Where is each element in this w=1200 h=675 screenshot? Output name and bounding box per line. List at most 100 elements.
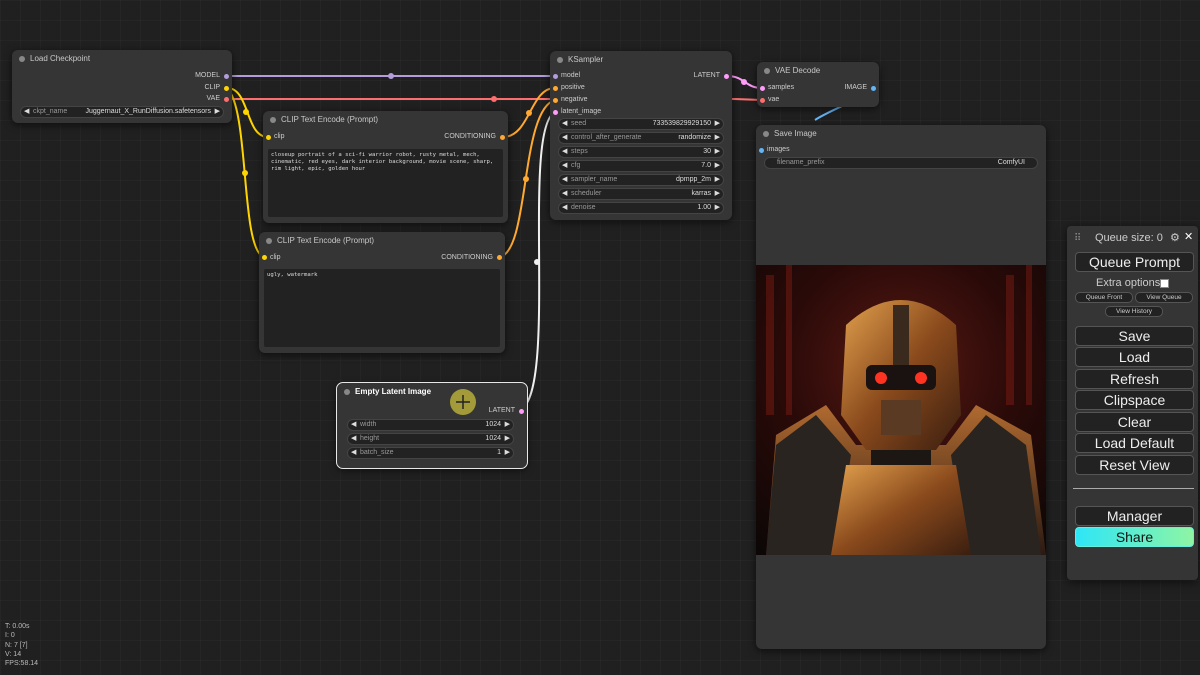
- arrow-right-icon[interactable]: ▶: [715, 175, 720, 185]
- node-save-image[interactable]: Save Image images filename_prefix ComfyUI: [756, 125, 1046, 649]
- output-conditioning[interactable]: CONDITIONING: [441, 253, 493, 263]
- output-image-dot[interactable]: [871, 86, 876, 91]
- view-queue-button[interactable]: View Queue: [1135, 292, 1193, 303]
- node-ksampler[interactable]: KSampler model positive negative latent_…: [550, 51, 732, 220]
- generated-image-preview[interactable]: [756, 265, 1046, 555]
- node-title-bar[interactable]: Save Image: [756, 125, 1046, 143]
- node-clip-text-encode-positive[interactable]: CLIP Text Encode (Prompt) clip CONDITION…: [263, 111, 508, 223]
- load-default-button[interactable]: Load Default: [1075, 433, 1194, 453]
- node-title-bar[interactable]: CLIP Text Encode (Prompt): [263, 111, 508, 129]
- arrow-right-icon[interactable]: ▶: [715, 119, 720, 129]
- input-positive[interactable]: positive: [561, 83, 585, 93]
- output-model-dot[interactable]: [224, 74, 229, 79]
- view-history-button[interactable]: View History: [1105, 306, 1163, 317]
- control-after-generate-widget[interactable]: ◀ control_after_generate randomize ▶: [558, 132, 724, 144]
- node-title-bar[interactable]: KSampler: [550, 51, 732, 69]
- input-clip-dot[interactable]: [262, 255, 267, 260]
- node-load-checkpoint[interactable]: Load Checkpoint MODEL CLIP VAE ◀ ckpt_na…: [12, 50, 232, 123]
- input-samples[interactable]: samples: [768, 83, 794, 93]
- arrow-left-icon[interactable]: ◀: [562, 203, 567, 213]
- arrow-right-icon[interactable]: ▶: [505, 434, 510, 444]
- gear-icon[interactable]: ⚙: [1170, 231, 1180, 244]
- output-image[interactable]: IMAGE: [844, 83, 867, 93]
- arrow-left-icon[interactable]: ◀: [562, 119, 567, 129]
- input-vae-dot[interactable]: [760, 98, 765, 103]
- seed-widget[interactable]: ◀ seed 733539829929150 ▶: [558, 118, 724, 130]
- queue-prompt-button[interactable]: Queue Prompt: [1075, 252, 1194, 272]
- arrow-left-icon[interactable]: ◀: [562, 189, 567, 199]
- output-latent-dot[interactable]: [519, 409, 524, 414]
- ckpt-name-combo[interactable]: ◀ ckpt_name Juggernaut_X_RunDiffusion.sa…: [20, 106, 224, 118]
- arrow-right-icon[interactable]: ▶: [715, 161, 720, 171]
- output-model[interactable]: MODEL: [195, 71, 220, 81]
- collapse-dot-icon[interactable]: [266, 238, 272, 244]
- clear-button[interactable]: Clear: [1075, 412, 1194, 432]
- extra-options-checkbox[interactable]: [1160, 279, 1169, 288]
- output-vae[interactable]: VAE: [207, 94, 221, 104]
- arrow-right-icon[interactable]: ▶: [505, 420, 510, 430]
- refresh-button[interactable]: Refresh: [1075, 369, 1194, 389]
- input-samples-dot[interactable]: [760, 86, 765, 91]
- output-clip-dot[interactable]: [224, 86, 229, 91]
- node-empty-latent-image[interactable]: Empty Latent Image LATENT ◀ width 1024 ▶ …: [336, 382, 528, 469]
- scheduler-widget[interactable]: ◀ scheduler karras ▶: [558, 188, 724, 200]
- denoise-widget[interactable]: ◀ denoise 1.00 ▶: [558, 202, 724, 214]
- output-conditioning[interactable]: CONDITIONING: [444, 132, 496, 142]
- node-title-bar[interactable]: Load Checkpoint: [12, 50, 232, 68]
- collapse-dot-icon[interactable]: [19, 56, 25, 62]
- arrow-left-icon[interactable]: ◀: [351, 420, 356, 430]
- node-clip-text-encode-negative[interactable]: CLIP Text Encode (Prompt) clip CONDITION…: [259, 232, 505, 353]
- input-negative-dot[interactable]: [553, 98, 558, 103]
- load-button[interactable]: Load: [1075, 347, 1194, 367]
- arrow-right-icon[interactable]: ▶: [715, 147, 720, 157]
- arrow-right-icon[interactable]: ▶: [505, 448, 510, 458]
- close-icon[interactable]: ✕: [1184, 230, 1193, 243]
- clipspace-button[interactable]: Clipspace: [1075, 390, 1194, 410]
- output-vae-dot[interactable]: [224, 97, 229, 102]
- input-model[interactable]: model: [561, 71, 580, 81]
- height-widget[interactable]: ◀ height 1024 ▶: [347, 433, 514, 445]
- filename-prefix-widget[interactable]: filename_prefix ComfyUI: [764, 157, 1038, 169]
- arrow-left-icon[interactable]: ◀: [562, 133, 567, 143]
- save-button[interactable]: Save: [1075, 326, 1194, 346]
- arrow-left-icon[interactable]: ◀: [351, 434, 356, 444]
- prompt-textarea[interactable]: closeup portrait of a sci-fi warrior rob…: [268, 149, 503, 217]
- node-title-bar[interactable]: VAE Decode: [757, 62, 879, 80]
- input-latent-dot[interactable]: [553, 110, 558, 115]
- input-negative[interactable]: negative: [561, 95, 587, 105]
- output-latent[interactable]: LATENT: [694, 71, 720, 81]
- arrow-left-icon[interactable]: ◀: [562, 175, 567, 185]
- arrow-left-icon[interactable]: ◀: [351, 448, 356, 458]
- prompt-textarea[interactable]: ugly, watermark: [264, 269, 500, 347]
- cfg-widget[interactable]: ◀ cfg 7.0 ▶: [558, 160, 724, 172]
- manager-button[interactable]: Manager: [1075, 506, 1194, 526]
- collapse-dot-icon[interactable]: [344, 389, 350, 395]
- collapse-dot-icon[interactable]: [764, 68, 770, 74]
- output-latent[interactable]: LATENT: [489, 406, 515, 416]
- input-images[interactable]: images: [767, 145, 790, 155]
- input-images-dot[interactable]: [759, 148, 764, 153]
- collapse-dot-icon[interactable]: [557, 57, 563, 63]
- input-positive-dot[interactable]: [553, 86, 558, 91]
- share-button[interactable]: Share: [1075, 527, 1194, 547]
- output-clip[interactable]: CLIP: [204, 83, 220, 93]
- input-clip[interactable]: clip: [274, 132, 285, 142]
- arrow-right-icon[interactable]: ▶: [215, 107, 220, 117]
- queue-front-button[interactable]: Queue Front: [1075, 292, 1133, 303]
- node-vae-decode[interactable]: VAE Decode samples vae IMAGE: [757, 62, 879, 107]
- input-clip[interactable]: clip: [270, 253, 281, 263]
- output-conditioning-dot[interactable]: [497, 255, 502, 260]
- collapse-dot-icon[interactable]: [763, 131, 769, 137]
- steps-widget[interactable]: ◀ steps 30 ▶: [558, 146, 724, 158]
- input-vae[interactable]: vae: [768, 95, 779, 105]
- sampler-name-widget[interactable]: ◀ sampler_name dpmpp_2m ▶: [558, 174, 724, 186]
- collapse-dot-icon[interactable]: [270, 117, 276, 123]
- input-clip-dot[interactable]: [266, 135, 271, 140]
- arrow-left-icon[interactable]: ◀: [24, 107, 29, 117]
- reset-view-button[interactable]: Reset View: [1075, 455, 1194, 475]
- batch-size-widget[interactable]: ◀ batch_size 1 ▶: [347, 447, 514, 459]
- arrow-right-icon[interactable]: ▶: [715, 203, 720, 213]
- arrow-left-icon[interactable]: ◀: [562, 161, 567, 171]
- node-title-bar[interactable]: Empty Latent Image: [337, 383, 527, 401]
- output-conditioning-dot[interactable]: [500, 135, 505, 140]
